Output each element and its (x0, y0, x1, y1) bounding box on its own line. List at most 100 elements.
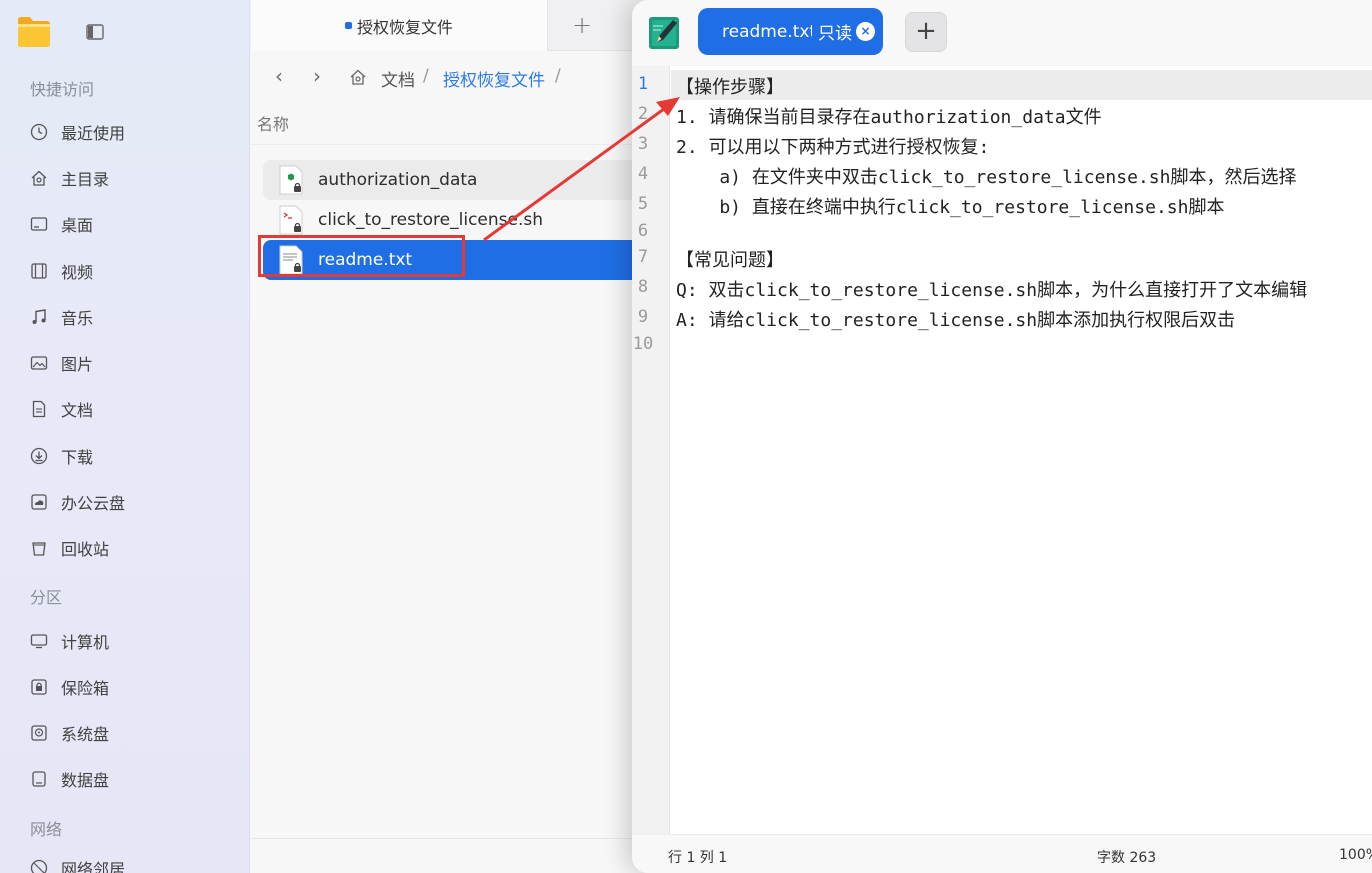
breadcrumb-separator: / (555, 66, 561, 86)
sidebar-item-label: 主目录 (61, 170, 110, 189)
tab-current-folder[interactable]: 授权恢复文件 (251, 0, 548, 51)
sidebar-item-trash[interactable]: 回收站 (0, 528, 249, 568)
breadcrumb-documents[interactable]: 文档 (381, 66, 415, 91)
sidebar-item-network[interactable]: 网络邻居 (0, 848, 249, 873)
file-row-authorization-data[interactable]: authorization_data (263, 160, 643, 200)
sidebar-item-label: 数据盘 (61, 771, 110, 790)
sidebar-item-system-disk[interactable]: 系统盘 (0, 713, 249, 753)
text-line: a) 在文件夹中双击click_to_restore_license.sh脚本，… (676, 167, 1297, 188)
breadcrumb-home-icon[interactable] (349, 68, 367, 86)
text-line: 【操作步骤】 (676, 77, 784, 98)
system-disk-icon (30, 724, 48, 742)
editor-statusbar: 行 1 列 1 字数 263 100% (632, 834, 1372, 873)
forward-button[interactable]: › (313, 66, 333, 88)
sidebar-item-label: 回收站 (61, 540, 110, 559)
data-disk-icon (30, 770, 48, 788)
sidebar-item-pictures[interactable]: 图片 (0, 343, 249, 383)
sidebar-item-cloud-drive[interactable]: 办公云盘 (0, 482, 249, 522)
sidebar-item-label: 图片 (61, 355, 94, 374)
file-name: readme.txt (318, 250, 413, 270)
line-number: 10 (632, 334, 654, 354)
line-number: 3 (637, 134, 649, 154)
line-number: 2 (637, 104, 649, 124)
text-file-icon (278, 245, 304, 275)
clock-icon (30, 123, 48, 141)
file-manager-statusbar (251, 838, 651, 873)
sidebar-item-label: 保险箱 (61, 679, 110, 698)
file-name: authorization_data (318, 170, 478, 190)
breadcrumb-current-folder[interactable]: 授权恢复文件 (443, 66, 545, 91)
file-manager-tabbar: 授权恢复文件 + (251, 0, 651, 51)
navigation-bar: ‹ › 文档 / 授权恢复文件 / (251, 52, 651, 102)
text-line: 【常见问题】 (676, 250, 784, 271)
image-icon (30, 354, 48, 372)
new-tab-button[interactable]: + (567, 12, 597, 40)
text-line: Q: 双击click_to_restore_license.sh脚本，为什么直接… (676, 280, 1308, 301)
file-name: click_to_restore_license.sh (318, 210, 544, 230)
sidebar: 快捷访问 最近使用 主目录 桌面 视频 音乐 图片 文档 下载 办公云盘 回收站… (0, 0, 250, 873)
file-manager-logo-icon (18, 17, 50, 47)
sidebar-item-recent[interactable]: 最近使用 (0, 112, 249, 152)
text-line: 2. 可以用以下两种方式进行授权恢复: (676, 137, 990, 158)
vault-icon (30, 678, 48, 696)
computer-icon (30, 632, 48, 650)
music-icon (30, 308, 48, 326)
sidebar-item-data-disk[interactable]: 数据盘 (0, 759, 249, 799)
trash-icon (30, 539, 48, 557)
sidebar-header (0, 0, 249, 62)
line-number: 7 (637, 247, 649, 267)
sidebar-item-label: 桌面 (61, 216, 94, 235)
zoom-level[interactable]: 100% (1339, 847, 1372, 863)
line-number: 9 (637, 307, 649, 327)
sidebar-item-home[interactable]: 主目录 (0, 158, 249, 198)
text-editor-window: readme.txt 只读 × + 1 2 3 4 5 6 7 8 9 10 【… (632, 0, 1372, 873)
download-icon (30, 447, 48, 465)
sidebar-toggle-icon[interactable] (86, 24, 104, 40)
sidebar-item-label: 办公云盘 (61, 494, 126, 513)
add-tab-button[interactable]: + (905, 12, 947, 52)
data-file-icon (278, 165, 304, 195)
breadcrumb-separator: / (423, 66, 429, 86)
text-line: A: 请给click_to_restore_license.sh脚本添加执行权限… (676, 310, 1236, 331)
cursor-position: 行 1 列 1 (668, 850, 728, 866)
sidebar-item-music[interactable]: 音乐 (0, 297, 249, 337)
editor-titlebar: readme.txt 只读 × + (632, 0, 1372, 66)
line-number: 8 (637, 277, 649, 297)
sidebar-item-downloads[interactable]: 下载 (0, 436, 249, 476)
readonly-badge: 只读 (818, 24, 852, 44)
tab-filename: readme.txt (722, 21, 812, 42)
section-partition: 分区 (30, 588, 63, 607)
shell-script-icon (278, 205, 304, 235)
line-number-gutter: 1 2 3 4 5 6 7 8 9 10 (632, 66, 670, 834)
close-tab-button[interactable]: × (856, 22, 875, 41)
text-line: b) 直接在终端中执行click_to_restore_license.sh脚本 (676, 197, 1225, 218)
sidebar-item-label: 下载 (61, 448, 94, 467)
sidebar-item-label: 系统盘 (61, 725, 110, 744)
column-header-name[interactable]: 名称 (251, 103, 651, 145)
sidebar-item-documents[interactable]: 文档 (0, 389, 249, 429)
sidebar-item-label: 文档 (61, 401, 94, 420)
section-quick-access: 快捷访问 (30, 80, 95, 99)
line-number: 4 (637, 164, 649, 184)
back-button[interactable]: ‹ (275, 66, 295, 88)
sidebar-item-videos[interactable]: 视频 (0, 251, 249, 291)
tab-indicator-dot (344, 22, 352, 29)
tab-readme[interactable]: readme.txt 只读 × (698, 8, 883, 55)
sidebar-item-label: 计算机 (61, 633, 110, 652)
home-icon (30, 169, 48, 187)
tab-title: 授权恢复文件 (356, 17, 453, 37)
video-icon (30, 262, 48, 280)
sidebar-item-vault[interactable]: 保险箱 (0, 667, 249, 707)
document-icon (30, 400, 48, 418)
text-line: 1. 请确保当前目录存在authorization_data文件 (676, 107, 1102, 128)
cloud-drive-icon (30, 493, 48, 511)
line-number: 1 (637, 74, 649, 94)
network-icon (30, 859, 48, 873)
file-row-click-to-restore[interactable]: click_to_restore_license.sh (263, 200, 643, 240)
line-number: 5 (637, 194, 649, 214)
sidebar-item-desktop[interactable]: 桌面 (0, 204, 249, 244)
text-editor-logo-icon (649, 17, 679, 49)
file-row-readme[interactable]: readme.txt (263, 240, 643, 280)
sidebar-item-computer[interactable]: 计算机 (0, 621, 249, 661)
file-manager-pane: 授权恢复文件 + ‹ › 文档 / 授权恢复文件 / 名称 authorizat… (251, 0, 651, 873)
